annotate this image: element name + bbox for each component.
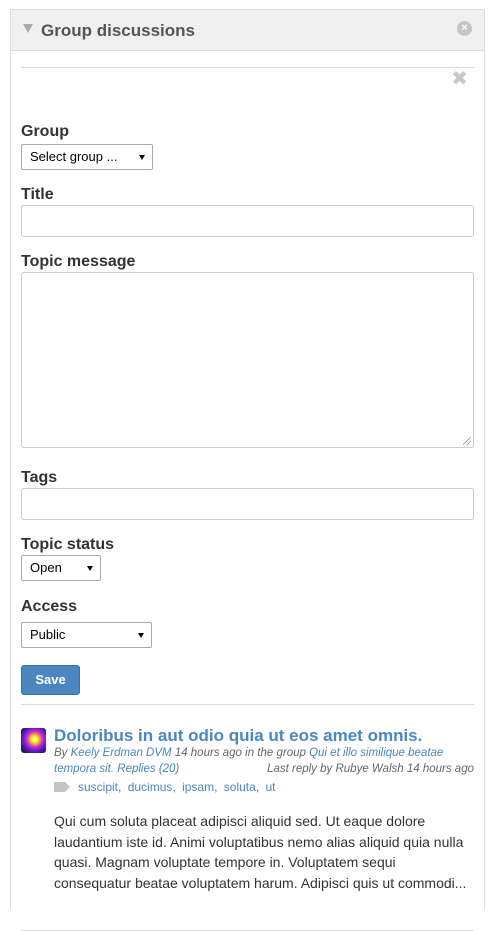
tag-separator: , [214,780,218,794]
form-divider [21,67,474,68]
widget-title: Group discussions [41,21,195,40]
topic-title-link[interactable]: Doloribus in aut odio quia ut eos amet o… [54,726,474,746]
topic-status-label: Topic status [21,536,115,553]
widget-header: Group discussions × [11,10,484,51]
save-button[interactable]: Save [21,665,80,695]
list-divider [21,704,474,705]
topic-meta-line-2: tempora sit. Replies (20) Last reply by … [54,761,474,777]
cancel-form-icon[interactable]: ✖ [451,69,468,89]
tags-input[interactable] [21,488,474,520]
tag-separator: , [255,780,260,794]
tag-link[interactable]: suscipit [78,780,118,794]
last-reply-time: 14 hours ago [403,763,474,775]
group-select[interactable]: Select group ... [21,144,153,170]
tag-separator: , [172,780,176,794]
topic-message-textarea[interactable] [21,272,474,448]
tag-link[interactable]: ducimus [128,780,173,794]
group-link-continued[interactable]: tempora sit. [54,763,114,775]
tag-link[interactable]: ut [266,780,276,794]
group-label: Group [21,123,69,140]
access-label: Access [21,598,78,615]
tag-separator: , [118,780,122,794]
collapse-arrow-icon[interactable] [23,24,33,33]
avatar[interactable] [21,728,46,753]
time-text: 14 hours ago in the group [171,747,310,759]
last-reply-info: Last reply by Rubye Walsh 14 hours ago [267,761,474,777]
tag-icon [54,782,70,792]
tag-link[interactable]: ipsam [182,780,214,794]
resize-handle-icon[interactable] [463,437,471,445]
dropdown-arrow-icon [87,566,93,571]
replies-link[interactable]: Replies (20) [117,763,179,775]
title-label: Title [21,186,54,203]
title-input[interactable] [21,205,474,237]
topic-status-value: Open [30,560,62,575]
topic-excerpt: Qui cum soluta placeat adipisci aliquid … [54,813,467,891]
close-widget-icon[interactable]: × [457,21,472,36]
dropdown-arrow-icon [138,633,144,638]
last-reply-author: Rubye Walsh [335,763,404,775]
tags-label: Tags [21,469,58,486]
group-discussions-widget: Group discussions × ✖ Group Select group… [10,9,485,931]
access-select[interactable]: Public [21,622,152,648]
topic-meta-line-1: By Keely Erdman DVM 14 hours ago in the … [54,745,474,761]
topic-status-select[interactable]: Open [21,555,101,581]
tag-link[interactable]: soluta [224,780,256,794]
by-prefix: By [54,747,71,759]
dropdown-arrow-icon [139,155,145,160]
group-link[interactable]: Qui et illo similique beatae [309,747,443,759]
access-value: Public [30,627,66,642]
last-reply-prefix: Last reply by [267,763,336,775]
topic-message-label: Topic message [21,253,136,270]
topic-tags: suscipit, ducimus, ipsam, soluta, ut [54,780,276,794]
group-select-value: Select group ... [30,149,118,164]
author-link[interactable]: Keely Erdman DVM [71,747,172,759]
